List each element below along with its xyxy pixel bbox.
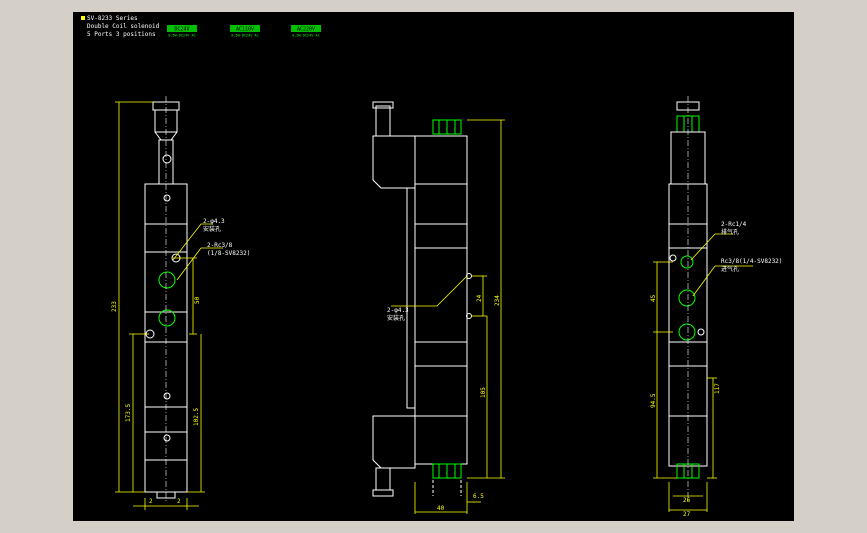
dim-offset: 6.5 — [473, 493, 484, 500]
right-view — [668, 96, 708, 502]
left-callouts: 2-φ4.3 安装孔 2-Rc3/8 (1/8-SV8232) — [203, 218, 250, 257]
cad-drawing-viewport[interactable]: SV-8233 Series Double Coil solenoid 5 Po… — [73, 12, 794, 521]
middle-callouts: 2-φ4.3 安装孔 — [387, 307, 409, 322]
callout-port-note: 排气孔 — [721, 228, 739, 236]
dim-center: 50 — [194, 296, 201, 304]
right-dim-labels: 45 94.5 117 26 27 — [650, 294, 721, 518]
dim-inner: 26 — [683, 497, 691, 504]
middle-dim-labels: 234 24 105 40 6.5 — [437, 294, 501, 512]
callout-port-note: (1/8-SV8232) — [207, 250, 250, 257]
dim-upper: 24 — [476, 294, 483, 302]
dim-outer: 27 — [683, 511, 691, 518]
left-view — [144, 96, 188, 502]
dim-upper: 45 — [650, 294, 657, 302]
callout-hole: 2-φ4.3 — [203, 218, 225, 225]
dim-total: 233 — [111, 301, 118, 312]
callout-hole: 2-φ4.3 — [387, 307, 409, 314]
dim-bottom-right: 2 — [177, 498, 181, 505]
dim-height: 117 — [714, 383, 721, 394]
callout-port2: Rc3/8(1/4-SV8232) — [721, 258, 782, 265]
right-dimensions — [653, 233, 753, 512]
middle-dimensions — [391, 119, 505, 514]
dim-bottom-left: 2 — [149, 498, 153, 505]
dim-lower: 94.5 — [650, 393, 657, 408]
callout-port: 2-Rc3/8 — [207, 242, 233, 249]
dim-height: 234 — [494, 295, 501, 306]
right-callouts: 2-Rc1/4 排气孔 Rc3/8(1/4-SV8232) 进气孔 — [721, 221, 782, 273]
dim-lower: 105 — [480, 387, 487, 398]
callout-hole-note: 安装孔 — [387, 314, 405, 322]
left-dimensions — [115, 101, 223, 510]
callout-port2-note: 进气孔 — [721, 265, 739, 273]
callout-port: 2-Rc1/4 — [721, 221, 747, 228]
dim-mid-lower: 102.5 — [193, 408, 200, 426]
dim-lower: 173.5 — [125, 404, 132, 422]
callout-hole-note: 安装孔 — [203, 225, 221, 233]
middle-view — [372, 101, 472, 497]
dim-width: 40 — [437, 505, 445, 512]
drawing-canvas: 233 173.5 50 102.5 2 2 2-φ4.3 安装孔 2-Rc3/… — [111, 96, 782, 518]
